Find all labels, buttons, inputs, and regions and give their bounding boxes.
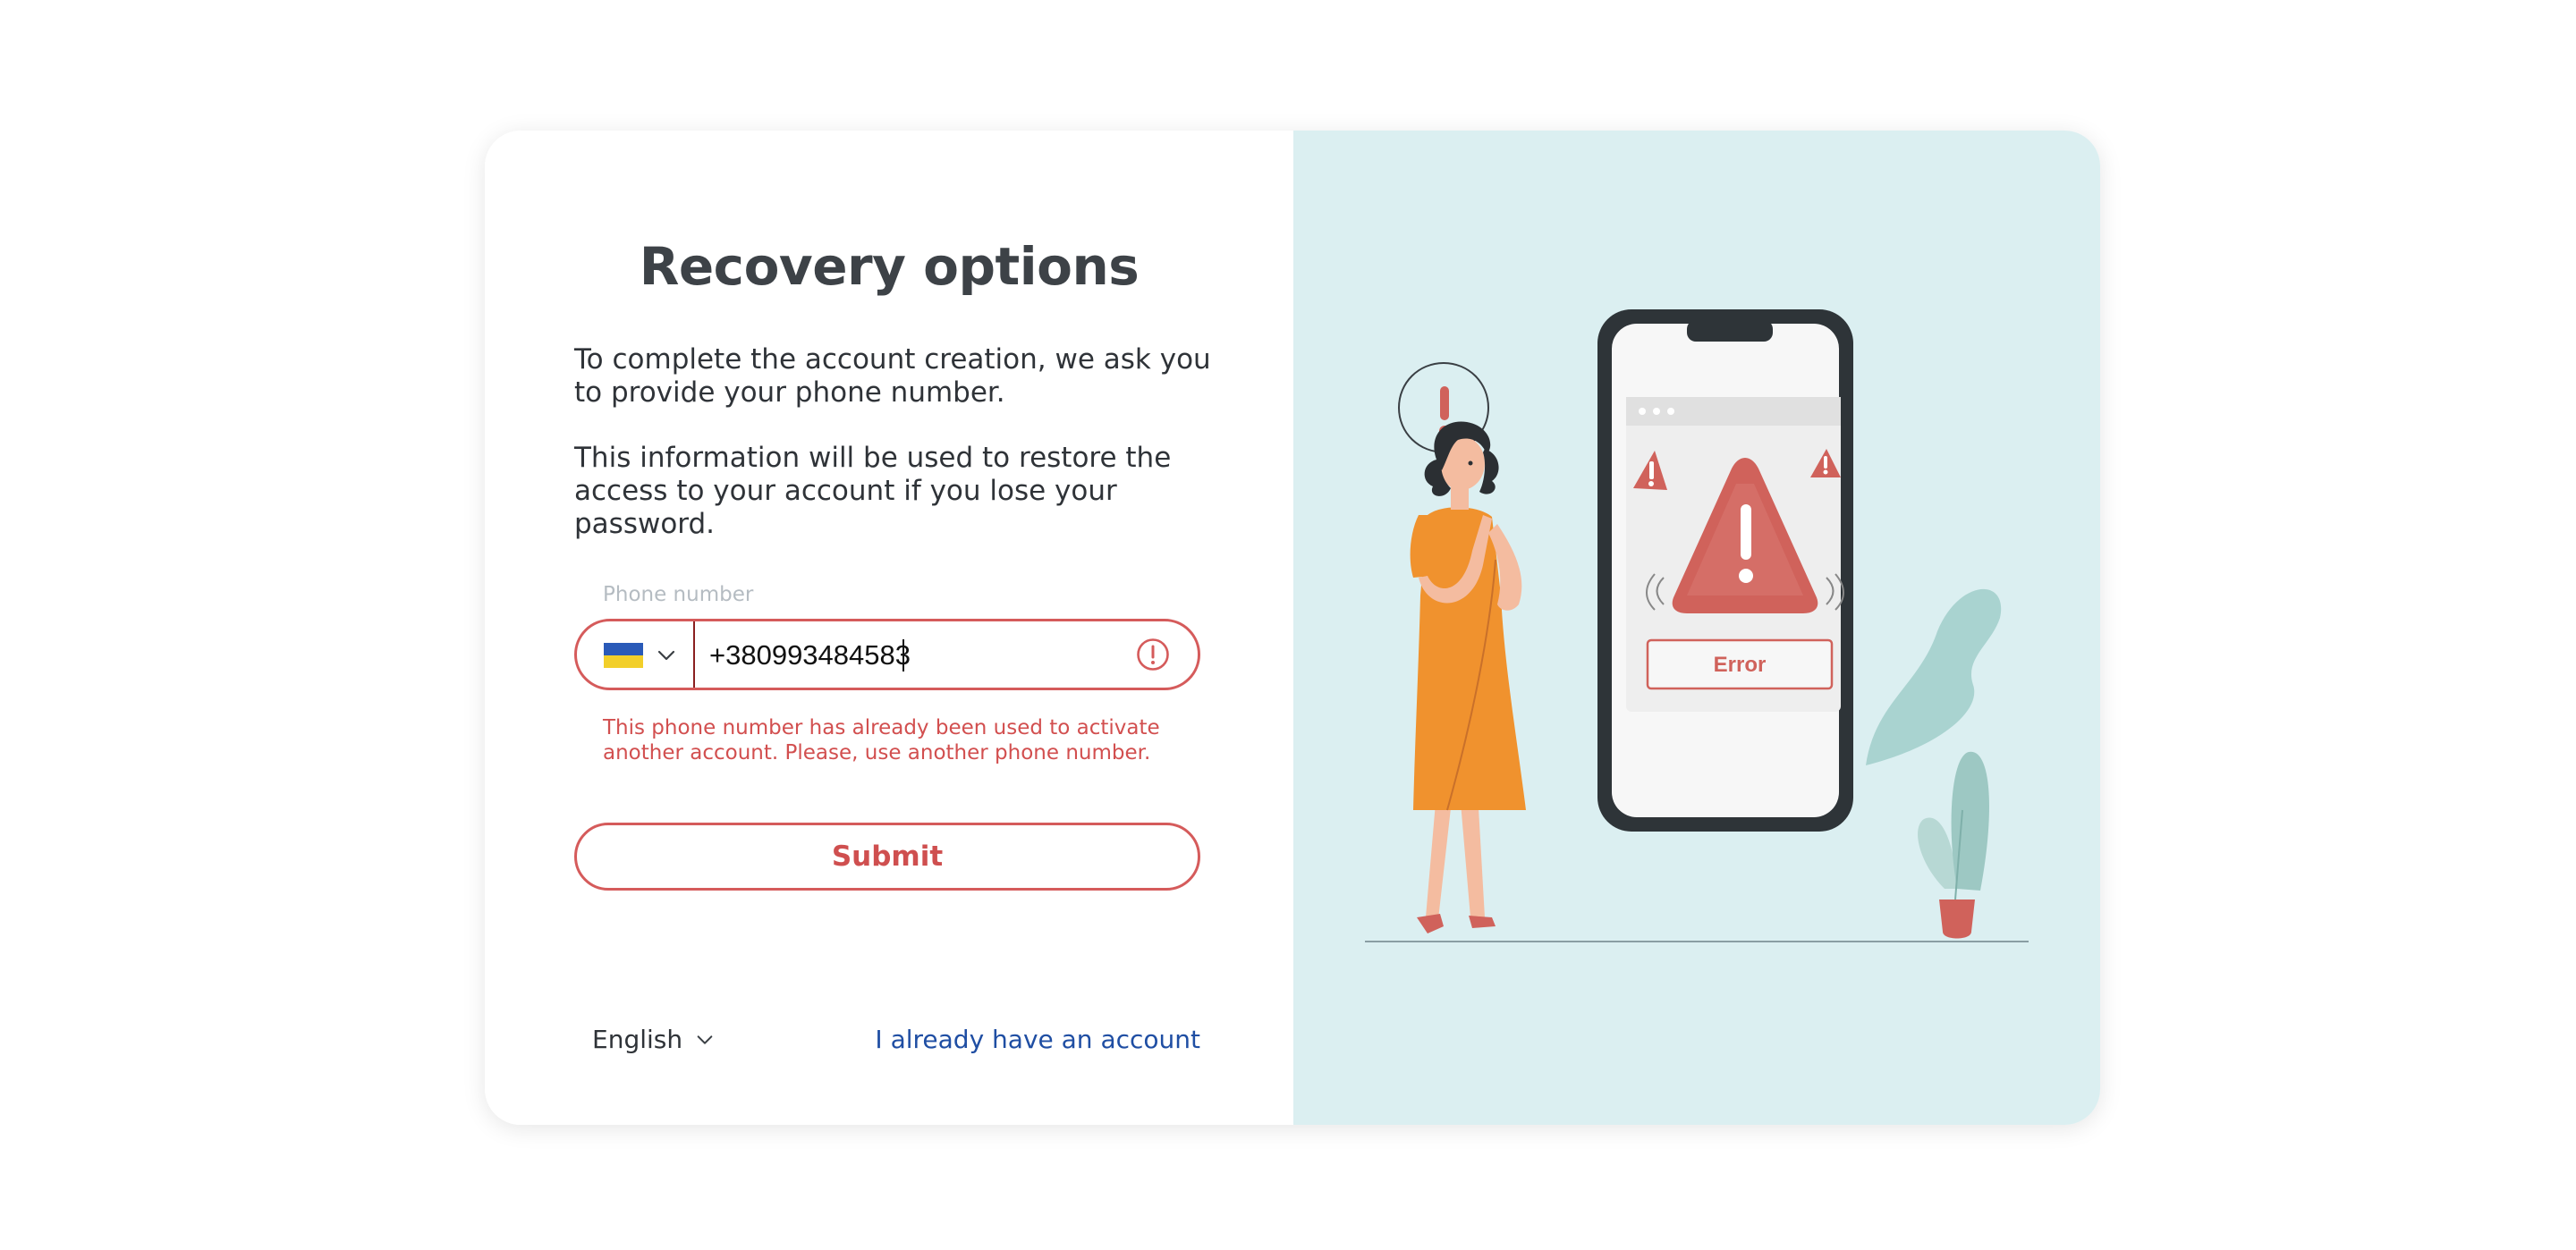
info-text: This information will be used to restore… <box>574 442 1172 540</box>
illustration-panel: Error <box>1293 131 2100 1125</box>
error-illustration: Error <box>1365 309 2029 942</box>
country-selector[interactable] <box>577 621 695 688</box>
chevron-down-icon <box>697 1035 713 1044</box>
error-button-label: Error <box>1714 653 1767 677</box>
recovery-card: Recovery options To complete the account… <box>485 131 2100 1125</box>
phone-error-message: This phone number has already been used … <box>603 716 1160 764</box>
chevron-down-icon <box>657 650 675 661</box>
language-label: English <box>592 1025 683 1054</box>
phone-field <box>574 619 1200 690</box>
form-panel: Recovery options To complete the account… <box>485 131 1293 1125</box>
language-selector[interactable]: English <box>592 1025 715 1054</box>
text-caret <box>902 639 904 671</box>
intro-text: To complete the account creation, we ask… <box>574 343 1211 409</box>
error-icon <box>1137 638 1169 671</box>
phone-input[interactable] <box>709 630 1121 680</box>
flag-ukraine-icon <box>604 643 643 668</box>
page-title: Recovery options <box>639 236 1140 297</box>
login-link[interactable]: I already have an account <box>875 1025 1200 1054</box>
submit-button[interactable]: Submit <box>574 823 1200 891</box>
phone-label: Phone number <box>603 583 754 606</box>
